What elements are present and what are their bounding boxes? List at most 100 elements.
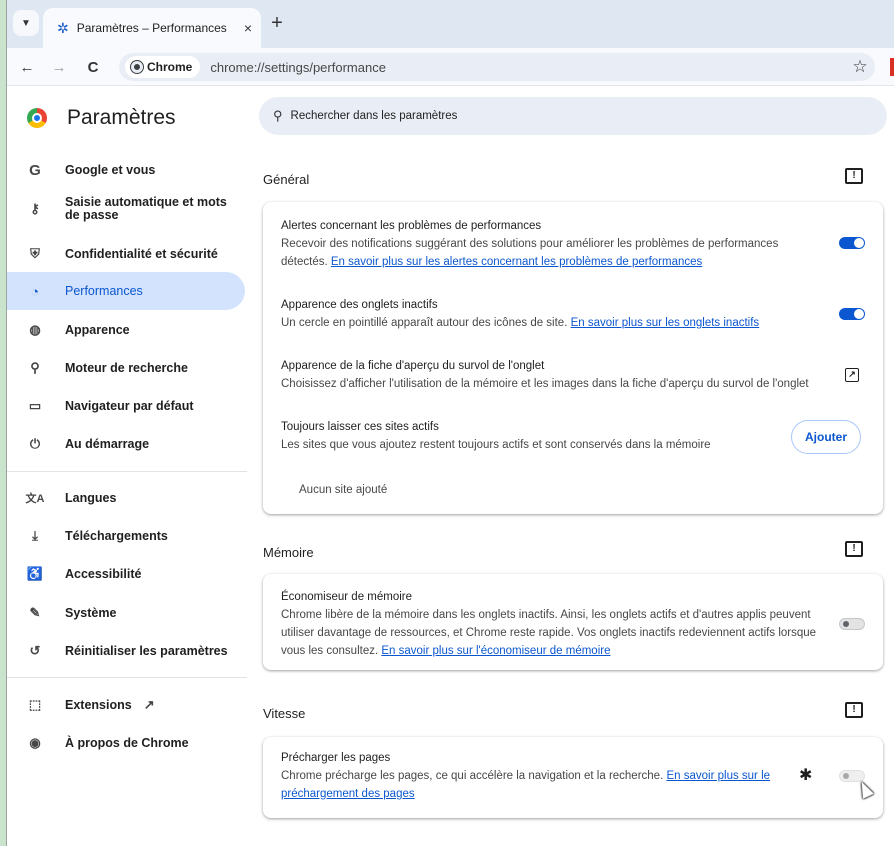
chip-label: Chrome <box>147 60 193 74</box>
setting-title: Économiseur de mémoire <box>281 591 413 603</box>
setting-inactive-tabs-appearance: Apparence des onglets inactifs Un cercle… <box>281 296 821 332</box>
sidebar-item-label: Navigateur par défaut <box>65 399 194 413</box>
sidebar-item-reset[interactable]: ↺ Réinitialiser les paramètres <box>7 640 245 662</box>
setting-hover-card: Apparence de la fiche d'aperçu du survol… <box>281 357 821 393</box>
sidebar-item-label: À propos de Chrome <box>65 736 189 750</box>
sidebar-item-performance[interactable]: ◔ Performances <box>7 272 245 310</box>
section-title-general: Général <box>263 172 310 187</box>
sidebar-item-autofill[interactable]: ⚷ Saisie automatique et mots de passe <box>7 192 245 226</box>
no-sites-note: Aucun site ajouté <box>299 484 388 496</box>
site-info-chip[interactable]: Chrome <box>125 56 201 78</box>
performance-alerts-toggle[interactable] <box>839 237 865 249</box>
brand: Paramètres <box>27 106 176 130</box>
chrome-icon <box>131 61 143 73</box>
search-icon: ⚲ <box>30 360 40 375</box>
sidebar-item-label: Confidentialité et sécurité <box>65 247 218 261</box>
key-icon: ⚷ <box>30 201 40 216</box>
forward-arrow-icon[interactable]: → <box>47 55 71 79</box>
memory-card: Économiseur de mémoire Chrome libère de … <box>263 574 883 670</box>
learn-more-link[interactable]: En savoir plus sur les onglets inactifs <box>571 317 760 329</box>
page-title: Paramètres <box>67 106 176 129</box>
add-site-button[interactable]: Ajouter <box>791 420 861 454</box>
google-icon: G <box>29 161 41 179</box>
setting-description: Chrome précharge les pages, ce qui accél… <box>281 770 771 800</box>
sidebar-item-label: Au démarrage <box>65 437 150 451</box>
sidebar-divider <box>7 471 247 472</box>
search-placeholder: Rechercher dans les paramètres <box>290 110 458 122</box>
preload-pages-toggle[interactable] <box>839 770 865 782</box>
sidebar-item-label: Moteur de recherche <box>65 361 188 375</box>
setting-performance-alerts: Alertes concernant les problèmes de perf… <box>281 217 821 271</box>
sidebar-item-accessibility[interactable]: ♿ Accessibilité <box>7 563 245 585</box>
sidebar-item-on-startup[interactable]: ⏻ Au démarrage <box>7 433 245 455</box>
sidebar-item-search-engine[interactable]: ⚲ Moteur de recherche <box>7 357 245 379</box>
wrench-icon: ✎ <box>29 605 41 620</box>
palette-icon: ◍ <box>29 322 41 337</box>
sidebar-item-appearance[interactable]: ◍ Apparence <box>7 319 245 341</box>
sidebar-item-languages[interactable]: 文A Langues <box>7 487 245 509</box>
sidebar-item-privacy[interactable]: ⛨ Confidentialité et sécurité <box>7 243 245 265</box>
sidebar-item-extensions[interactable]: ⬚ Extensions ↗ <box>7 694 245 716</box>
external-link-icon: ↗ <box>143 697 155 712</box>
sidebar-item-label: Apparence <box>65 323 130 337</box>
setting-description: Chrome libère de la mémoire dans les ong… <box>281 609 817 657</box>
sidebar-item-google[interactable]: G Google et vous <box>7 159 245 181</box>
tab-search-button[interactable]: ▼ <box>13 10 39 36</box>
setting-title: Alertes concernant les problèmes de perf… <box>281 220 542 232</box>
setting-title: Apparence de la fiche d'aperçu du survol… <box>281 360 545 372</box>
shield-icon: ⛨ <box>30 246 40 261</box>
open-subpage-icon[interactable]: ↗ <box>845 368 859 382</box>
bookmark-star-icon[interactable]: ☆ <box>845 57 875 77</box>
sidebar-item-system[interactable]: ✎ Système <box>7 602 245 624</box>
accessibility-icon: ♿ <box>26 566 44 581</box>
setting-description: Un cercle en pointillé apparaît autour d… <box>281 317 760 329</box>
feedback-icon[interactable]: ! <box>845 541 863 557</box>
browser-window: ▼ ✲ Paramètres – Performances × + ← → C … <box>6 0 894 846</box>
reset-icon: ↺ <box>29 643 41 658</box>
sidebar-divider <box>7 677 247 678</box>
sidebar-item-label: Google et vous <box>65 163 156 177</box>
tab-settings-performance[interactable]: ✲ Paramètres – Performances × <box>43 8 261 48</box>
section-title-speed: Vitesse <box>263 706 306 721</box>
new-tab-button[interactable]: + <box>265 12 289 36</box>
puzzle-piece-icon: ⬚ <box>28 697 42 712</box>
learn-more-link[interactable]: En savoir plus sur les alertes concernan… <box>331 256 702 268</box>
power-icon: ⏻ <box>29 436 41 451</box>
setting-description: Choisissez d'afficher l'utilisation de l… <box>281 378 809 390</box>
sidebar-item-label: Réinitialiser les paramètres <box>65 644 228 658</box>
extension-controlled-icon[interactable]: ✱ <box>799 765 812 785</box>
learn-more-link[interactable]: En savoir plus sur l'économiseur de mémo… <box>381 645 610 657</box>
section-title-memory: Mémoire <box>263 545 314 560</box>
settings-gear-icon: ✲ <box>57 19 69 36</box>
sidebar-item-downloads[interactable]: ⤓ Téléchargements <box>7 525 245 547</box>
settings-search-input[interactable]: ⚲ Rechercher dans les paramètres <box>259 97 887 135</box>
sidebar-item-default-browser[interactable]: ▭ Navigateur par défaut <box>7 395 245 417</box>
sidebar-item-label: Performances <box>65 284 143 298</box>
back-arrow-icon[interactable]: ← <box>15 55 39 79</box>
inactive-tabs-toggle[interactable] <box>839 308 865 320</box>
download-icon: ⤓ <box>32 528 38 543</box>
speedometer-icon: ◔ <box>31 283 39 299</box>
sidebar-item-label: Langues <box>65 491 117 505</box>
feedback-icon[interactable]: ! <box>845 702 863 718</box>
tab-close-icon[interactable]: × <box>235 20 261 36</box>
tab-strip: ▼ ✲ Paramètres – Performances × + <box>7 0 894 48</box>
address-bar[interactable]: Chrome chrome://settings/performance ☆ <box>119 53 875 81</box>
sidebar-item-about-chrome[interactable]: ◉ À propos de Chrome <box>7 732 245 754</box>
url-text[interactable]: chrome://settings/performance <box>210 60 845 75</box>
speed-card: Précharger les pages Chrome précharge le… <box>263 737 883 818</box>
browser-window-icon: ▭ <box>28 398 42 413</box>
reload-icon[interactable]: C <box>81 55 105 79</box>
setting-description: Les sites que vous ajoutez restent toujo… <box>281 439 711 451</box>
tab-title: Paramètres – Performances <box>76 21 227 35</box>
search-icon: ⚲ <box>273 108 283 123</box>
memory-saver-toggle[interactable] <box>839 618 865 630</box>
setting-memory-saver: Économiseur de mémoire Chrome libère de … <box>281 588 821 660</box>
feedback-icon[interactable]: ! <box>845 168 863 184</box>
chevron-down-icon: ▼ <box>21 17 31 29</box>
sidebar-item-label: Saisie automatique et mots de passe <box>65 195 227 222</box>
setting-description: Recevoir des notifications suggérant des… <box>281 238 779 268</box>
extension-edge <box>890 58 894 76</box>
general-card: Alertes concernant les problèmes de perf… <box>263 202 883 514</box>
chrome-icon: ◉ <box>29 735 41 750</box>
